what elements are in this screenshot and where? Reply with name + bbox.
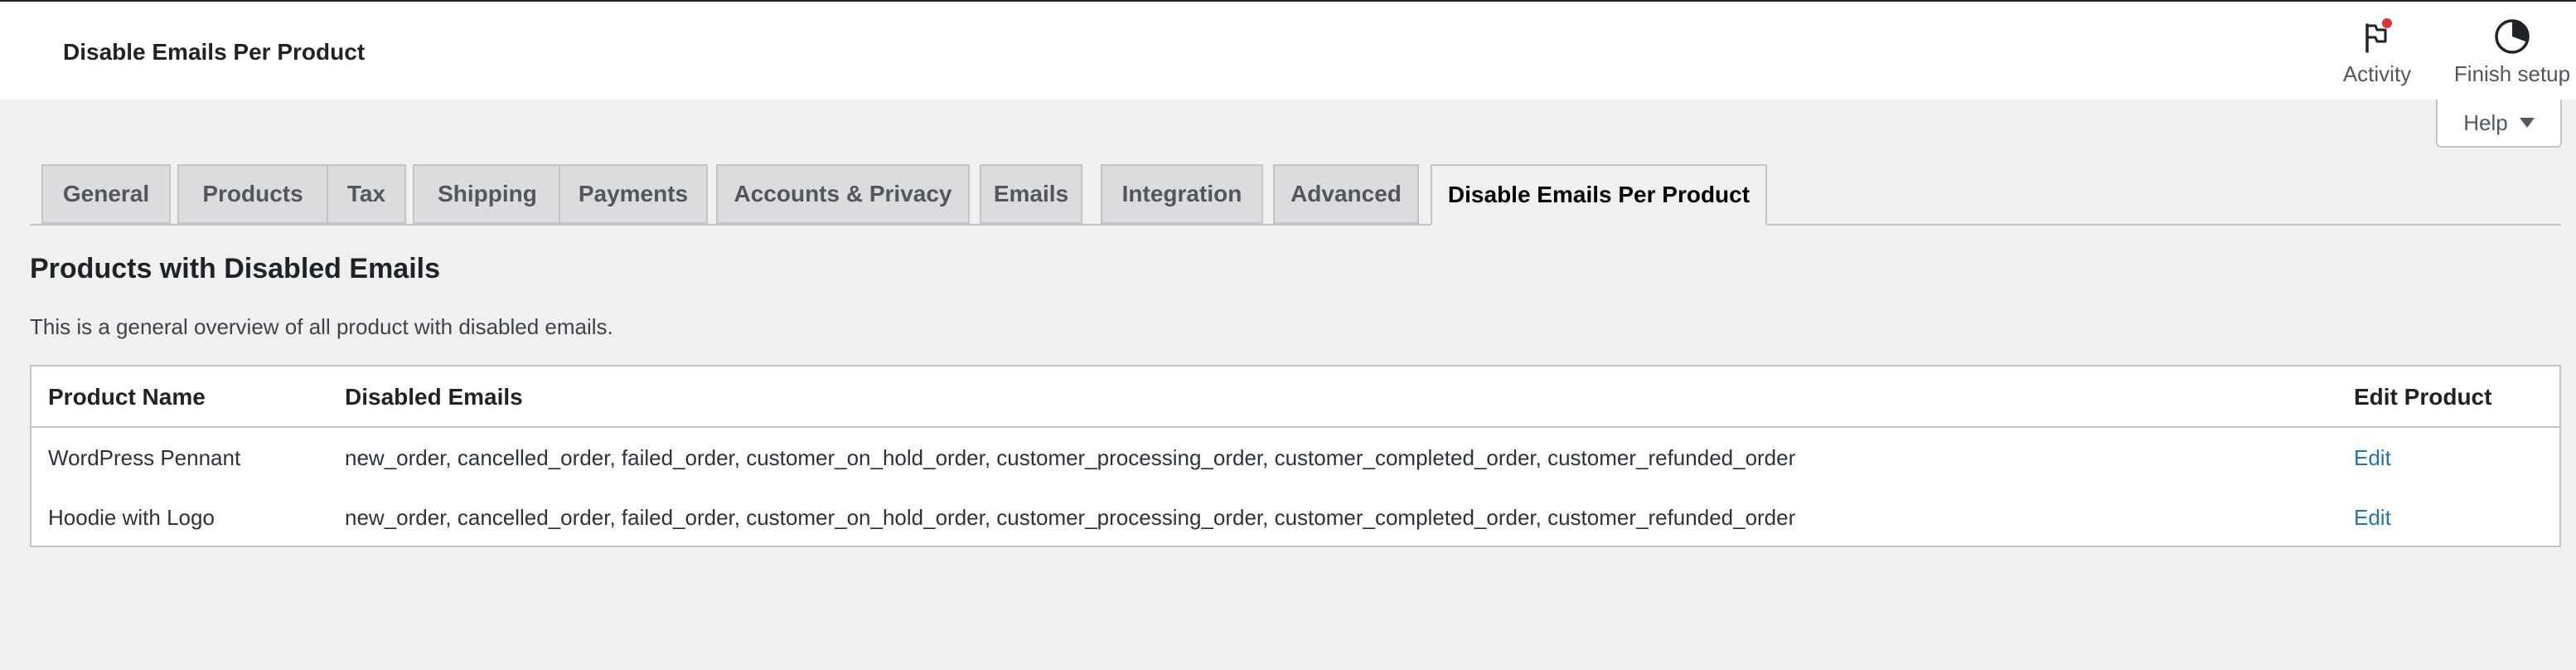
tab-integration[interactable]: Integration (1101, 164, 1263, 224)
finish-setup-label: Finish setup (2453, 61, 2571, 86)
disabled-emails-cell: new_order, cancelled_order, failed_order… (345, 505, 1796, 530)
table-row: Hoodie with Logo new_order, cancelled_or… (31, 488, 2559, 547)
help-button[interactable]: Help (2436, 100, 2562, 148)
finish-setup-button[interactable]: Finish setup (2450, 17, 2574, 91)
disabled-emails-table: Product Name Disabled Emails Edit Produc… (30, 365, 2561, 547)
section-title: Products with Disabled Emails (30, 253, 441, 284)
activity-label: Activity (2342, 61, 2412, 86)
tab-shipping[interactable]: Shipping (413, 164, 562, 224)
product-name-cell: Hoodie with Logo (48, 505, 215, 530)
tab-products[interactable]: Products (177, 164, 328, 224)
column-header-edit-product: Edit Product (2354, 384, 2492, 410)
product-name-cell: WordPress Pennant (48, 445, 241, 470)
tab-general[interactable]: General (41, 164, 171, 224)
flag-icon (2365, 18, 2392, 53)
disabled-emails-cell: new_order, cancelled_order, failed_order… (345, 445, 1796, 470)
tab-payments[interactable]: Payments (559, 164, 708, 224)
tab-emails[interactable]: Emails (980, 164, 1082, 224)
column-header-product-name: Product Name (48, 384, 206, 410)
edit-product-link[interactable]: Edit (2354, 444, 2391, 471)
tab-accounts-privacy[interactable]: Accounts & Privacy (716, 164, 970, 224)
settings-tabs: General Products Tax Shipping Payments A… (30, 164, 2561, 226)
help-label: Help (2463, 109, 2508, 135)
activity-button[interactable]: Activity (2336, 17, 2419, 91)
edit-product-link[interactable]: Edit (2354, 504, 2391, 531)
section-description: This is a general overview of all produc… (30, 314, 613, 339)
table-row: WordPress Pennant new_order, cancelled_o… (31, 428, 2559, 488)
column-header-disabled-emails: Disabled Emails (345, 384, 523, 410)
tab-advanced[interactable]: Advanced (1273, 164, 1419, 224)
page-title: Disable Emails Per Product (63, 39, 366, 65)
progress-circle-icon (2495, 19, 2530, 54)
caret-down-icon (2519, 118, 2535, 128)
top-bar: Disable Emails Per Product Activity Fini… (0, 0, 2576, 100)
table-header: Product Name Disabled Emails Edit Produc… (31, 367, 2559, 428)
tab-disable-emails-per-product[interactable]: Disable Emails Per Product (1431, 164, 1767, 226)
tab-tax[interactable]: Tax (327, 164, 406, 224)
